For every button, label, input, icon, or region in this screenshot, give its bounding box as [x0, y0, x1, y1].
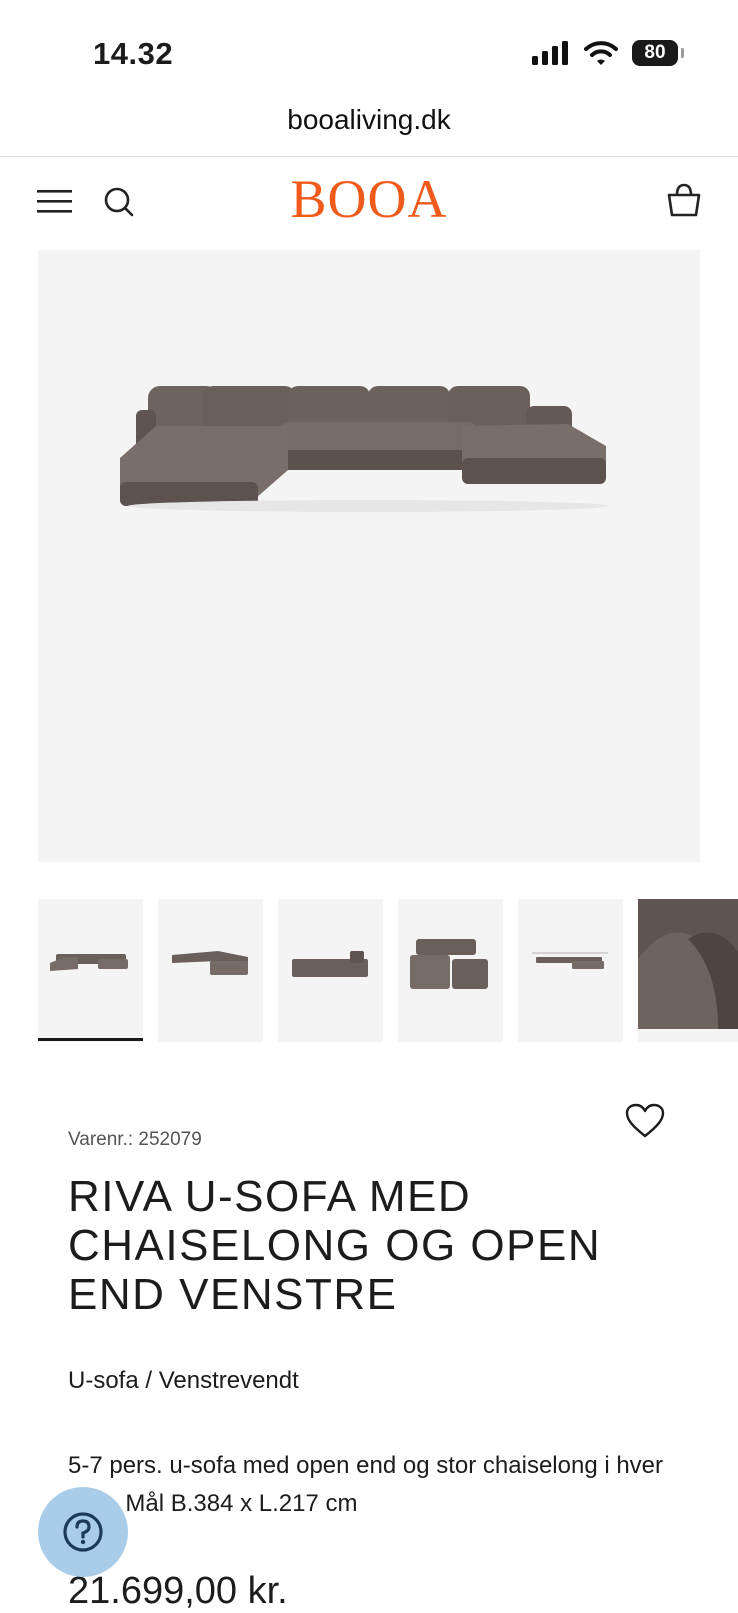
signal-icon [532, 41, 568, 65]
status-time: 14.32 [93, 36, 174, 71]
sofa-image [120, 386, 608, 512]
thumbnail-sofa-image [172, 951, 248, 975]
product-price: 21.699,00 kr. [68, 1570, 288, 1612]
product-main-image[interactable] [38, 250, 700, 862]
status-icons: 80 [532, 40, 684, 66]
product-variant: U-sofa / Venstrevendt [68, 1367, 299, 1394]
thumbnail-6[interactable] [638, 899, 738, 1042]
thumbnail-sofa-image [410, 939, 488, 989]
cart-icon[interactable] [666, 182, 702, 218]
thumbnail-sofa-image [532, 952, 608, 969]
thumbnail-sofa-image [50, 954, 128, 971]
thumbnail-fabric-image [638, 899, 738, 1029]
heart-icon[interactable] [625, 1103, 665, 1139]
thumbnail-1[interactable] [38, 899, 143, 1042]
help-button[interactable] [38, 1487, 128, 1577]
address-bar-url[interactable]: booaliving.dk [0, 104, 738, 136]
product-description: 5-7 pers. u-sofa med open end og stor ch… [68, 1452, 664, 1517]
battery-icon: 80 [632, 40, 684, 66]
thumbnail-strip [38, 899, 738, 1043]
product-sku: Varenr.: 252079 [68, 1129, 202, 1150]
thumbnail-2[interactable] [158, 899, 263, 1042]
thumbnail-3[interactable] [278, 899, 383, 1042]
thumbnail-4[interactable] [398, 899, 503, 1042]
thumbnail-sofa-image [292, 951, 368, 977]
status-bar: 14.32 80 [0, 0, 738, 100]
wifi-icon [584, 41, 618, 65]
active-thumbnail-indicator [38, 1038, 143, 1041]
brand-logo[interactable]: BOOA [0, 168, 738, 230]
product-title: RIVA U-SOFA MED CHAISELONG OG OPEN END V… [68, 1172, 602, 1319]
thumbnail-5[interactable] [518, 899, 623, 1042]
question-icon [63, 1512, 103, 1552]
divider [0, 156, 738, 157]
